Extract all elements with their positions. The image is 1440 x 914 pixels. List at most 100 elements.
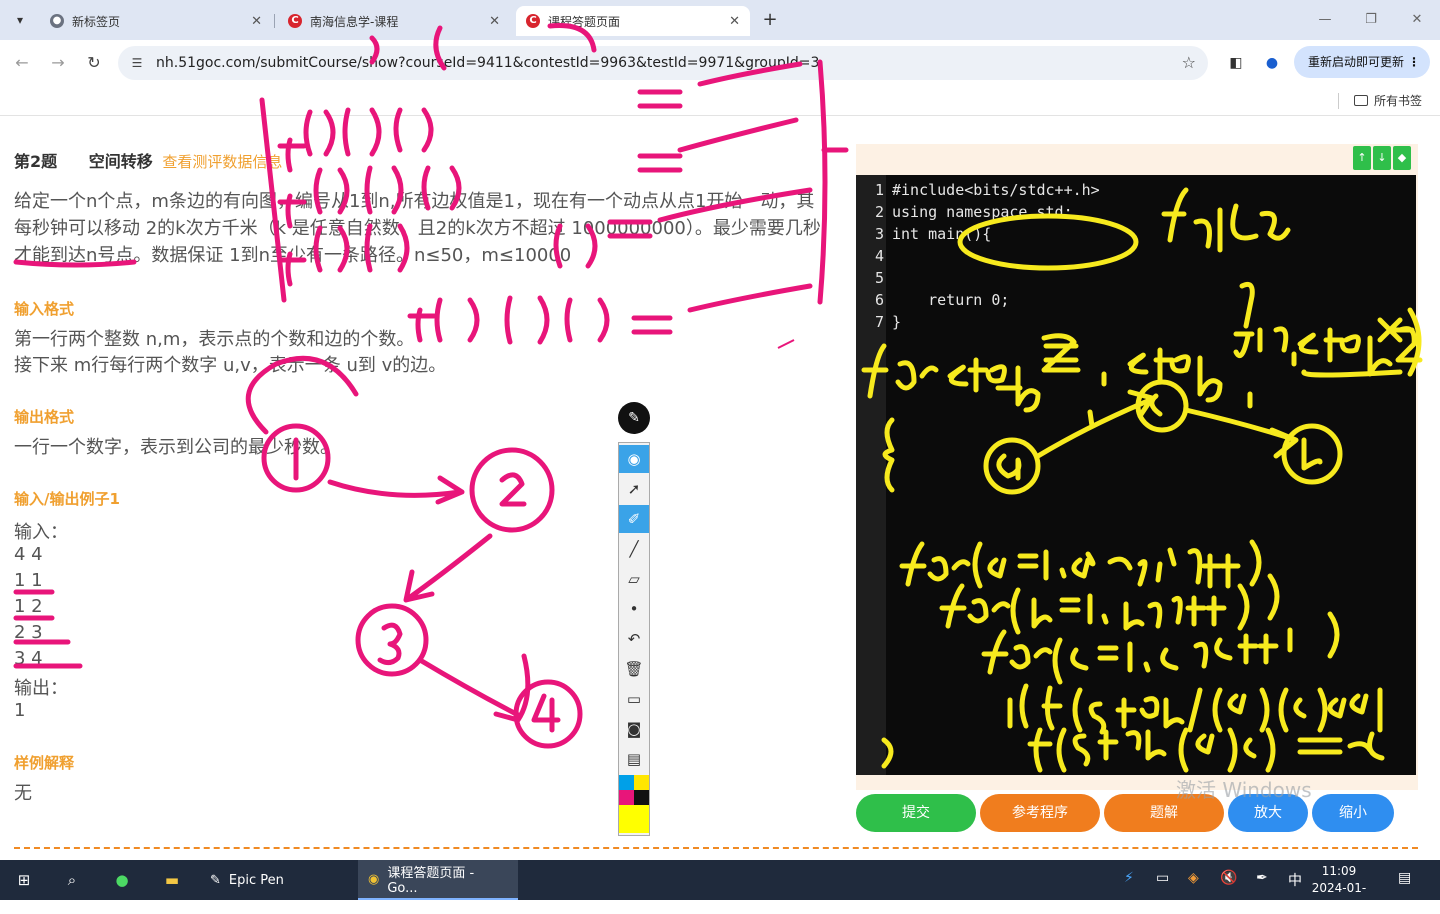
restore-icon[interactable]: ❐ — [1356, 8, 1386, 32]
tab-answer-page[interactable]: C 课程答题页面 ✕ — [516, 6, 750, 36]
brush-size-icon[interactable]: • — [619, 595, 649, 623]
reload-icon[interactable]: ↻ — [82, 51, 106, 75]
ime-indicator[interactable]: 中 — [1288, 870, 1302, 890]
profile-avatar-icon[interactable]: ● — [1260, 51, 1284, 75]
site-settings-icon[interactable]: ☰ — [128, 54, 146, 72]
side-panel-icon[interactable]: ◧ — [1224, 51, 1248, 75]
undo-icon[interactable]: ↶ — [619, 625, 649, 653]
bookmarks-bar: 所有书签 — [0, 86, 1440, 116]
divider — [14, 847, 1418, 849]
code-line[interactable]: } — [892, 313, 901, 331]
input-format-heading: 输入格式 — [14, 300, 75, 318]
color-swatch-blue[interactable] — [619, 775, 634, 790]
code-line[interactable]: int main(){ — [892, 225, 991, 243]
close-icon[interactable]: ✕ — [729, 14, 740, 29]
address-bar-row: ← → ↻ ☰ nh.51goc.com/submitCourse/show?c… — [0, 40, 1440, 86]
site-c-icon: C — [288, 14, 302, 28]
input-format-line: 接下来 m行每行两个数字 u,v，表示一条 u到 v的边。 — [14, 355, 447, 376]
submit-button[interactable]: 提交 — [856, 794, 976, 832]
site-c-icon: C — [526, 14, 540, 28]
color-swatch-yellow[interactable] — [634, 775, 649, 790]
problem-title: 第2题 空间转移 查看测评数据信息 — [14, 152, 283, 171]
back-arrow-icon[interactable]: ← — [10, 51, 34, 75]
windows-taskbar: ⊞ ⌕ ● ▬ ✎ Epic Pen ◉ 课程答题页面 - Go... ⚡ ▭ … — [0, 860, 1440, 912]
folder-icon — [1354, 95, 1368, 106]
trash-icon[interactable]: 🗑 — [619, 655, 649, 683]
tab-course[interactable]: C 南海信息学-课程 ✕ — [278, 6, 510, 36]
epic-pen-logo-icon[interactable]: ✎ — [618, 402, 650, 434]
judge-data-link[interactable]: 查看测评数据信息 — [162, 153, 282, 171]
chrome-icon: ● — [50, 14, 64, 28]
line-gutter: 1 2 3 4 5 6 7 — [856, 175, 886, 775]
sample-output-label: 输出： — [14, 678, 68, 699]
close-icon[interactable]: ✕ — [489, 14, 500, 29]
pen-tool-strip: ◉ ➚ ✐ ╱ ▱ • ↶ 🗑 ▭ ◙ ▤ — [618, 442, 650, 836]
taskbar-app-chrome[interactable]: ◉ 课程答题页面 - Go... — [358, 860, 518, 900]
move-down-button[interactable]: ↓ — [1373, 146, 1391, 170]
editor-option-button[interactable]: ◆ — [1393, 146, 1411, 170]
camera-icon[interactable]: ◙ — [619, 715, 649, 743]
epic-pen-toolbar: ✎ ◉ ➚ ✐ ╱ ▱ • ↶ 🗑 ▭ ◙ ▤ — [616, 400, 652, 838]
tab-search-chevron-icon[interactable]: ▾ — [8, 8, 32, 32]
current-color-swatch[interactable] — [619, 805, 649, 833]
tray-app-2-icon[interactable]: ◈ — [1188, 870, 1199, 886]
chrome-icon: ◉ — [368, 871, 380, 887]
sample-input-label: 输入： — [14, 522, 68, 543]
move-up-button[interactable]: ↑ — [1353, 146, 1371, 170]
reference-program-button[interactable]: 参考程序 — [980, 794, 1100, 832]
minimize-icon[interactable]: — — [1310, 8, 1340, 32]
app-green-icon[interactable]: ● — [110, 868, 134, 892]
pen-icon[interactable]: ╱ — [619, 535, 649, 563]
forward-arrow-icon[interactable]: → — [46, 51, 70, 75]
more-menu-icon[interactable]: ⋮ — [1408, 46, 1420, 78]
taskbar-app-epic-pen[interactable]: ✎ Epic Pen — [200, 860, 356, 900]
explain-text: 无 — [14, 783, 32, 804]
sample-output-line: 1 — [14, 700, 26, 721]
search-icon[interactable]: ⌕ — [60, 868, 84, 892]
zoom-out-button[interactable]: 缩小 — [1312, 794, 1394, 832]
clipboard-icon[interactable]: ▤ — [619, 745, 649, 773]
color-swatch-black[interactable] — [634, 790, 649, 805]
file-explorer-icon[interactable]: ▬ — [160, 868, 184, 892]
tab-new-tab[interactable]: ● 新标签页 ✕ — [40, 6, 272, 36]
bookmark-star-icon[interactable]: ☆ — [1182, 53, 1196, 72]
sample-input-line: 1 1 — [14, 570, 43, 591]
eraser-icon[interactable]: ▱ — [619, 565, 649, 593]
code-line[interactable]: return 0; — [892, 291, 1009, 309]
code-line[interactable]: using namespace std; — [892, 203, 1073, 221]
omnibox[interactable]: ☰ nh.51goc.com/submitCourse/show?courseI… — [118, 46, 1208, 80]
window-close-icon[interactable]: ✕ — [1402, 8, 1432, 32]
volume-muted-icon[interactable]: 🔇 — [1220, 870, 1237, 886]
whiteboard-icon[interactable]: ▭ — [619, 685, 649, 713]
tab-separator — [274, 14, 275, 28]
new-tab-plus-icon[interactable]: + — [758, 8, 782, 32]
eye-icon[interactable]: ◉ — [619, 445, 649, 473]
highlighter-icon[interactable]: ✐ — [619, 505, 649, 533]
restart-update-button[interactable]: 重新启动即可更新 ⋮ — [1294, 46, 1430, 78]
pen-tray-icon[interactable]: ✒ — [1256, 870, 1268, 886]
code-editor[interactable]: 1 2 3 4 5 6 7 #include<bits/stdc++.h> us… — [856, 175, 1416, 775]
close-icon[interactable]: ✕ — [251, 14, 262, 29]
editor-panel: ↑ ↓ ◆ 1 2 3 4 5 6 7 #include<bits/stdc++… — [856, 144, 1418, 790]
tray-app-icon[interactable]: ⚡ — [1124, 870, 1134, 886]
all-bookmarks-button[interactable]: 所有书签 — [1354, 92, 1422, 109]
epic-pen-icon: ✎ — [210, 872, 221, 888]
browser-tab-bar: ▾ ● 新标签页 ✕ C 南海信息学-课程 ✕ C 课程答题页面 ✕ + — ❐… — [0, 0, 1440, 40]
windows-start-icon[interactable]: ⊞ — [12, 868, 36, 892]
input-format-line: 第一行两个整数 n,m，表示点的个数和边的个数。 — [14, 329, 415, 350]
color-swatch-pink[interactable] — [619, 790, 634, 805]
taskbar-clock[interactable]: 11:09 2024-01-27 — [1308, 863, 1370, 914]
network-icon[interactable]: ▭ — [1156, 870, 1169, 886]
sample-input-line: 1 2 — [14, 596, 43, 617]
sample-input-line: 4 4 — [14, 544, 43, 565]
activate-windows-watermark: 激活 Windows — [1176, 778, 1312, 802]
problem-description: 给定一个n个点，m条边的有向图，编号从1到n,所有边权值是1，现在有一个动点从点… — [14, 191, 821, 266]
output-format-text: 一行一个数字，表示到公司的最少秒数。 — [14, 437, 338, 458]
code-line[interactable]: #include<bits/stdc++.h> — [892, 181, 1100, 199]
notification-icon[interactable]: ▤ — [1398, 870, 1411, 886]
cursor-icon[interactable]: ➚ — [619, 475, 649, 503]
bookmark-separator — [1338, 93, 1339, 109]
url-text[interactable]: nh.51goc.com/submitCourse/show?courseId=… — [156, 46, 1156, 80]
output-format-heading: 输出格式 — [14, 408, 75, 426]
sample-input-line: 3 4 — [14, 648, 43, 669]
